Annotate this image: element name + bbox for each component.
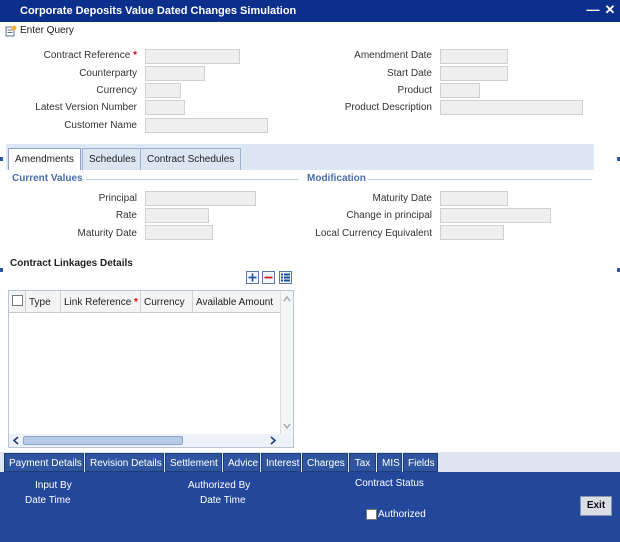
product-field[interactable]: [440, 83, 480, 98]
delete-row-button[interactable]: [262, 271, 275, 284]
change-in-principal-label: Change in principal: [346, 210, 432, 221]
window-title-bar: Corporate Deposits Value Dated Changes S…: [0, 0, 620, 22]
principal-label: Principal: [98, 193, 137, 204]
toolbar: Enter Query: [0, 22, 620, 40]
input-by-label: Input By: [35, 480, 72, 491]
new-maturity-date-field[interactable]: [440, 191, 508, 206]
amendment-date-field[interactable]: [440, 49, 508, 64]
exit-button[interactable]: Exit: [580, 496, 612, 516]
select-all-cell: [9, 291, 26, 313]
tab-tax[interactable]: Tax: [349, 453, 376, 472]
minimize-icon[interactable]: —: [585, 2, 601, 18]
column-header-type[interactable]: Type: [26, 291, 61, 313]
contract-reference-label: Contract Reference *: [43, 50, 137, 61]
grid-header: Type Link Reference * Currency Available…: [9, 291, 281, 313]
input-date-time-label: Date Time: [25, 495, 71, 506]
tab-advice[interactable]: Advice: [223, 453, 260, 472]
tab-interest[interactable]: Interest: [261, 453, 301, 472]
column-header-link-reference[interactable]: Link Reference *: [61, 291, 141, 313]
start-date-label: Start Date: [386, 68, 432, 79]
tab-schedules[interactable]: Schedules: [82, 148, 143, 170]
tab-fields[interactable]: Fields: [403, 453, 438, 472]
scroll-right-icon[interactable]: [267, 434, 279, 447]
amendment-date-label: Amendment Date: [354, 50, 432, 61]
latest-version-number-field[interactable]: [145, 100, 185, 115]
product-label: Product: [397, 85, 432, 96]
authorized-label: Authorized: [378, 509, 426, 520]
scroll-down-icon[interactable]: [281, 421, 293, 431]
modification-title: Modification: [307, 173, 366, 184]
horizontal-scrollbar[interactable]: [9, 434, 293, 447]
start-date-field[interactable]: [440, 66, 508, 81]
tab-mis[interactable]: MIS: [377, 453, 402, 472]
enter-query-icon[interactable]: [5, 25, 17, 37]
latest-version-number-label: Latest Version Number: [35, 102, 137, 113]
tab-strip: Amendments Schedules Contract Schedules: [6, 144, 594, 170]
enter-query-button[interactable]: Enter Query: [20, 25, 74, 36]
customer-name-field[interactable]: [145, 118, 268, 133]
local-currency-equivalent-field[interactable]: [440, 225, 504, 240]
contract-linkages-grid: Type Link Reference * Currency Available…: [8, 290, 294, 448]
principal-field[interactable]: [145, 191, 256, 206]
bottom-tab-bar: Payment Details Revision Details Settlem…: [0, 452, 620, 472]
authorized-date-time-label: Date Time: [200, 495, 246, 506]
product-description-field[interactable]: [440, 100, 583, 115]
tab-contract-schedules[interactable]: Contract Schedules: [140, 148, 242, 170]
add-row-button[interactable]: [246, 271, 259, 284]
rate-label: Rate: [115, 210, 137, 221]
tab-amendments[interactable]: Amendments: [8, 148, 81, 170]
plus-icon: [248, 273, 257, 282]
single-view-button[interactable]: [279, 271, 292, 284]
currency-field[interactable]: [145, 83, 181, 98]
tab-revision-details[interactable]: Revision Details: [85, 453, 164, 472]
contract-reference-field[interactable]: [145, 49, 240, 64]
maturity-date-label: Maturity Date: [77, 228, 137, 239]
contract-status-label: Contract Status: [355, 478, 424, 489]
left-splitter-marker: [0, 157, 3, 161]
contract-linkages-title: Contract Linkages Details: [10, 258, 133, 269]
current-values-title: Current Values: [12, 173, 83, 184]
horizontal-scroll-thumb[interactable]: [23, 436, 183, 445]
scroll-left-icon[interactable]: [10, 434, 22, 447]
close-icon[interactable]: ✕: [602, 2, 618, 18]
tab-settlement[interactable]: Settlement: [165, 453, 222, 472]
minus-icon: [264, 276, 273, 279]
product-description-label: Product Description: [344, 102, 432, 113]
audit-footer: Input By Date Time Authorized By Date Ti…: [0, 472, 620, 542]
counterparty-field[interactable]: [145, 66, 205, 81]
list-view-icon: [281, 273, 290, 282]
authorized-checkbox[interactable]: [366, 509, 377, 520]
counterparty-label: Counterparty: [79, 68, 137, 79]
left-splitter-marker: [0, 268, 3, 272]
customer-name-label: Customer Name: [64, 120, 137, 131]
currency-label: Currency: [96, 85, 137, 96]
required-marker: *: [133, 50, 137, 61]
maturity-date-field[interactable]: [145, 225, 213, 240]
select-all-checkbox[interactable]: [12, 295, 23, 306]
column-header-available-amount[interactable]: Available Amount: [193, 291, 281, 313]
section-divider: [368, 179, 592, 180]
tab-charges[interactable]: Charges: [302, 453, 348, 472]
window-title: Corporate Deposits Value Dated Changes S…: [20, 5, 297, 17]
local-currency-equivalent-label: Local Currency Equivalent: [315, 228, 432, 239]
new-maturity-date-label: Maturity Date: [372, 193, 432, 204]
change-in-principal-field[interactable]: [440, 208, 551, 223]
authorized-by-label: Authorized By: [188, 480, 251, 491]
required-marker: *: [134, 297, 138, 308]
scroll-up-icon[interactable]: [281, 294, 293, 304]
section-divider: [86, 179, 298, 180]
column-header-currency[interactable]: Currency: [141, 291, 193, 313]
rate-field[interactable]: [145, 208, 209, 223]
vertical-scrollbar[interactable]: [280, 291, 293, 434]
tab-payment-details[interactable]: Payment Details: [4, 453, 84, 472]
